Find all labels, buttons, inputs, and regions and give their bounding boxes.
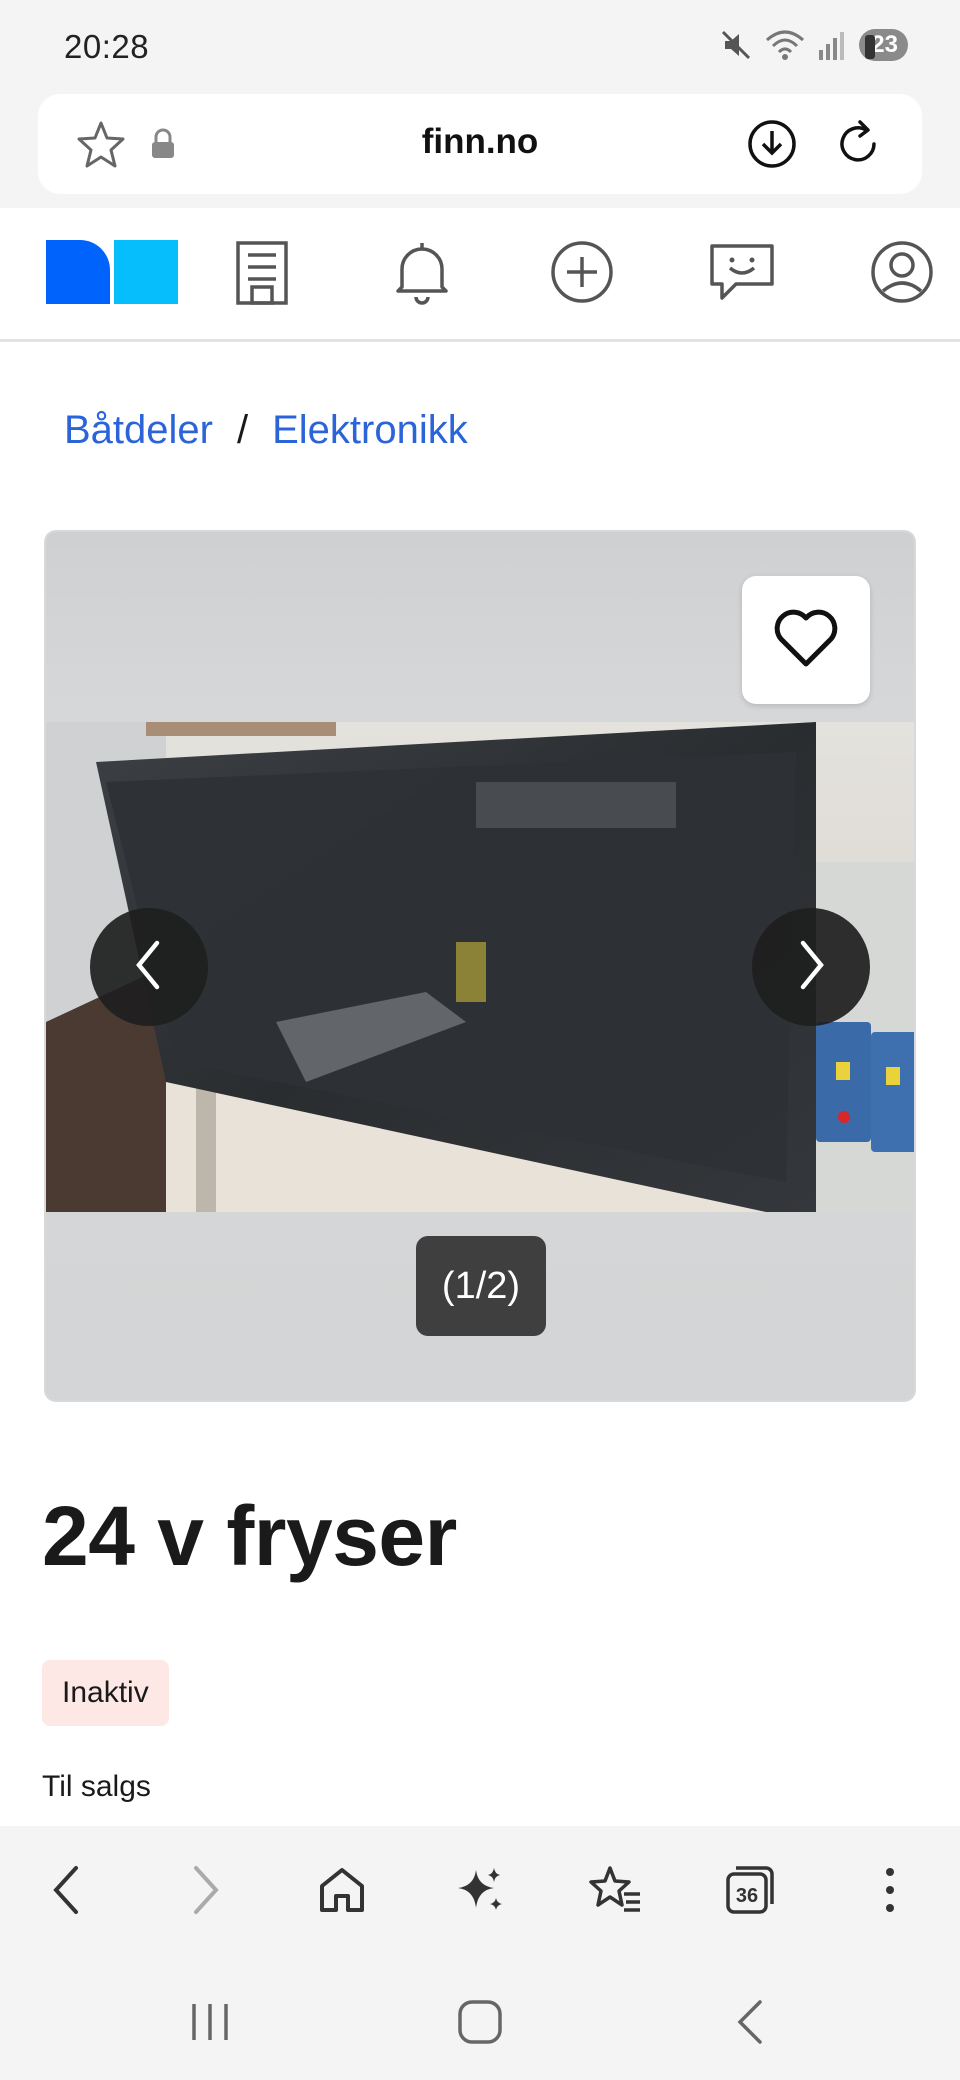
recent-apps-icon[interactable] bbox=[180, 1992, 240, 2052]
chat-icon[interactable] bbox=[708, 238, 776, 306]
home-nav-icon[interactable] bbox=[450, 1992, 510, 2052]
profile-icon[interactable] bbox=[868, 238, 936, 306]
next-image-button[interactable] bbox=[752, 908, 870, 1026]
ai-sparkle-icon[interactable] bbox=[450, 1860, 510, 1920]
status-icons: 23 bbox=[719, 28, 908, 62]
chevron-right-icon bbox=[791, 939, 831, 996]
breadcrumb-separator: / bbox=[236, 408, 249, 452]
system-nav-bar bbox=[0, 1952, 960, 2080]
tabs-icon[interactable]: 36 bbox=[720, 1860, 780, 1920]
breadcrumb: Båtdeler / Elektronikk bbox=[64, 408, 468, 453]
forward-icon[interactable] bbox=[176, 1860, 236, 1920]
breadcrumb-item-batdeler[interactable]: Båtdeler bbox=[64, 408, 213, 453]
site-header bbox=[0, 208, 960, 342]
reload-icon[interactable] bbox=[830, 116, 886, 177]
status-time: 20:28 bbox=[64, 28, 150, 65]
back-nav-icon[interactable] bbox=[720, 1992, 780, 2052]
listing-title: 24 v fryser bbox=[42, 1489, 457, 1583]
image-gallery[interactable]: (1/2) bbox=[44, 530, 916, 1402]
breadcrumb-item-elektronikk[interactable]: Elektronikk bbox=[272, 408, 468, 453]
download-icon[interactable] bbox=[746, 118, 798, 175]
battery-icon: 23 bbox=[859, 29, 908, 61]
bookmarks-icon[interactable] bbox=[586, 1860, 646, 1920]
signal-icon bbox=[817, 28, 847, 62]
sale-type: Til salgs bbox=[42, 1770, 151, 1803]
heart-icon bbox=[773, 608, 839, 673]
browser-toolbar: finn.no bbox=[0, 94, 960, 208]
favorite-button[interactable] bbox=[742, 576, 870, 704]
finn-logo[interactable] bbox=[46, 240, 178, 304]
image-counter: (1/2) bbox=[416, 1236, 546, 1336]
svg-text:36: 36 bbox=[736, 1885, 758, 1907]
plus-circle-icon[interactable] bbox=[548, 238, 616, 306]
back-icon[interactable] bbox=[36, 1860, 96, 1920]
bell-icon[interactable] bbox=[388, 238, 456, 306]
address-bar[interactable]: finn.no bbox=[38, 94, 922, 194]
home-icon[interactable] bbox=[312, 1860, 372, 1920]
chevron-left-icon bbox=[129, 939, 169, 996]
more-menu-icon[interactable] bbox=[860, 1860, 920, 1920]
previous-image-button[interactable] bbox=[90, 908, 208, 1026]
browser-bottom-bar: 36 bbox=[0, 1826, 960, 1952]
status-badge: Inaktiv bbox=[42, 1660, 169, 1726]
building-icon[interactable] bbox=[228, 238, 296, 306]
mute-icon bbox=[719, 28, 753, 62]
wifi-icon bbox=[765, 28, 805, 62]
status-bar: 20:28 23 bbox=[0, 0, 960, 94]
